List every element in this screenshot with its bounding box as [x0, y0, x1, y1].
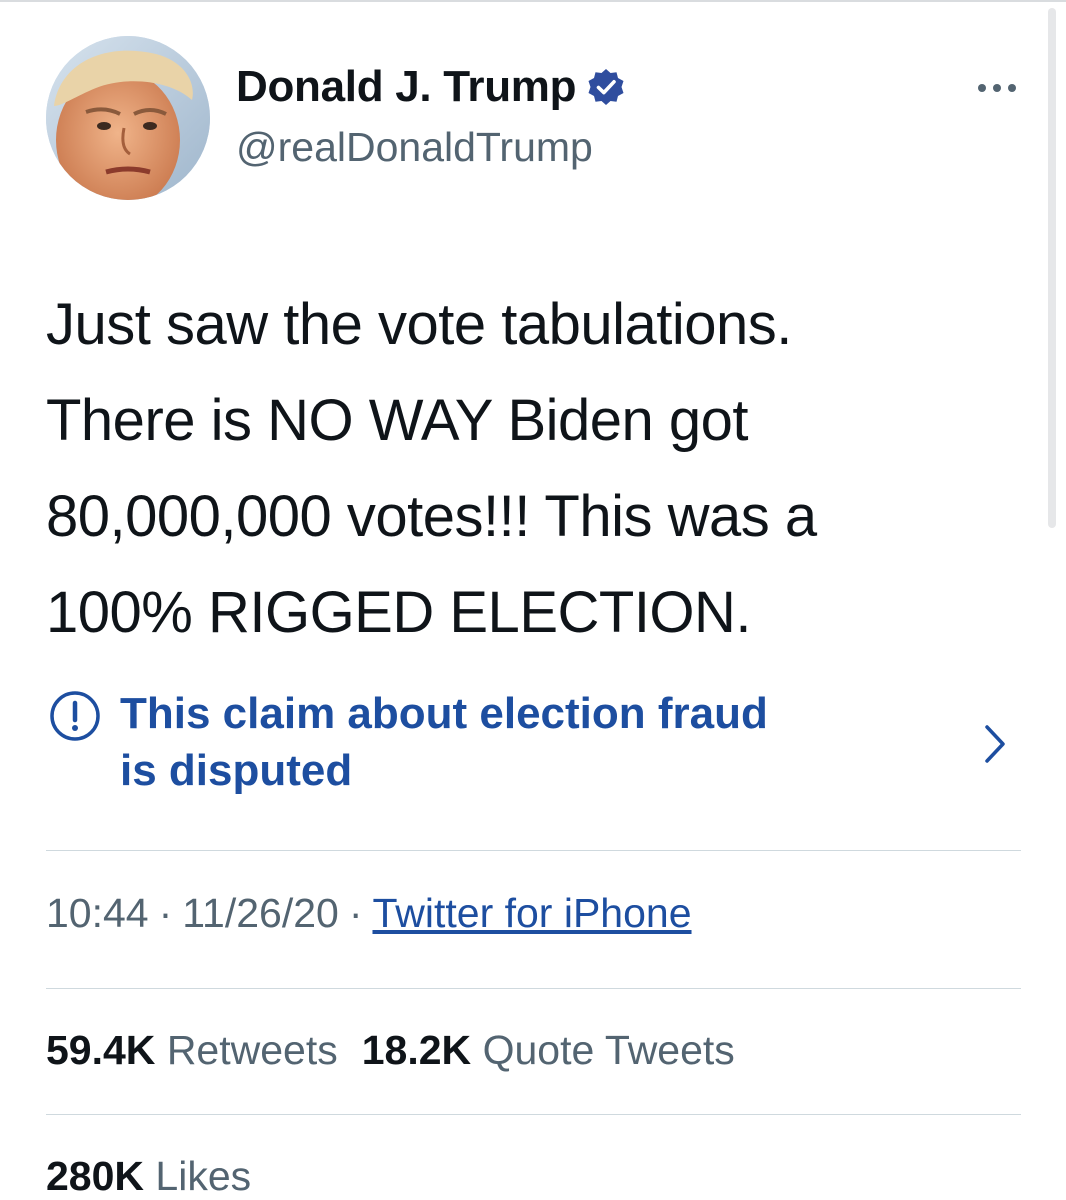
- disputed-claim-text[interactable]: This claim about election fraud is dispu…: [120, 685, 768, 799]
- avatar[interactable]: [46, 36, 210, 200]
- tweet-text-line: 100% RIGGED ELECTION.: [46, 580, 752, 645]
- disputed-claim-line: This claim about election fraud: [120, 689, 768, 738]
- disputed-claim-notice[interactable]: This claim about election fraud is dispu…: [46, 685, 1021, 805]
- quote-tweets-label: Quote Tweets: [482, 1027, 735, 1073]
- tweet-text-line: There is NO WAY Biden got: [46, 388, 749, 453]
- likes-count: 280K: [46, 1153, 145, 1199]
- tweet-meta-row: 10:44 · 11/26/20 · Twitter for iPhone: [46, 890, 692, 937]
- engagement-stats-row: 59.4K Retweets 18.2K Quote Tweets: [46, 1027, 759, 1074]
- likes-stat[interactable]: 280K Likes: [46, 1153, 251, 1199]
- meta-separator: ·: [158, 890, 173, 936]
- tweet-text-line: Just saw the vote tabulations.: [46, 292, 792, 357]
- tweet-text: Just saw the vote tabulations. There is …: [46, 277, 1006, 661]
- top-edge-divider: [0, 0, 1066, 2]
- retweets-stat[interactable]: 59.4K Retweets: [46, 1027, 338, 1073]
- verified-badge-icon: [586, 67, 626, 107]
- author-handle[interactable]: @realDonaldTrump: [236, 124, 593, 171]
- divider: [46, 988, 1021, 989]
- disputed-claim-line: is disputed: [120, 746, 353, 795]
- tweet-date: 11/26/20: [182, 890, 339, 936]
- retweets-label: Retweets: [166, 1027, 338, 1073]
- tweet-time: 10:44: [46, 890, 149, 936]
- quote-tweets-count: 18.2K: [361, 1027, 472, 1073]
- tweet-text-line: 80,000,000 votes!!! This was a: [46, 484, 817, 549]
- meta-separator: ·: [348, 890, 363, 936]
- author-display-name[interactable]: Donald J. Trump: [236, 62, 577, 112]
- author-name-row[interactable]: Donald J. Trump: [236, 62, 626, 112]
- more-options-icon[interactable]: [974, 72, 1020, 102]
- quote-tweets-stat[interactable]: 18.2K Quote Tweets: [362, 1027, 735, 1073]
- exclamation-circle-icon: [48, 689, 102, 748]
- chevron-right-icon[interactable]: [982, 723, 1008, 770]
- profile-photo: [46, 36, 210, 200]
- scrollbar[interactable]: [1048, 8, 1056, 528]
- likes-label: Likes: [155, 1153, 252, 1199]
- tweet-source-link[interactable]: Twitter for iPhone: [372, 890, 691, 936]
- likes-stat-row: 280K Likes: [46, 1153, 275, 1200]
- retweets-count: 59.4K: [46, 1027, 156, 1073]
- divider: [46, 1114, 1021, 1115]
- divider: [46, 850, 1021, 851]
